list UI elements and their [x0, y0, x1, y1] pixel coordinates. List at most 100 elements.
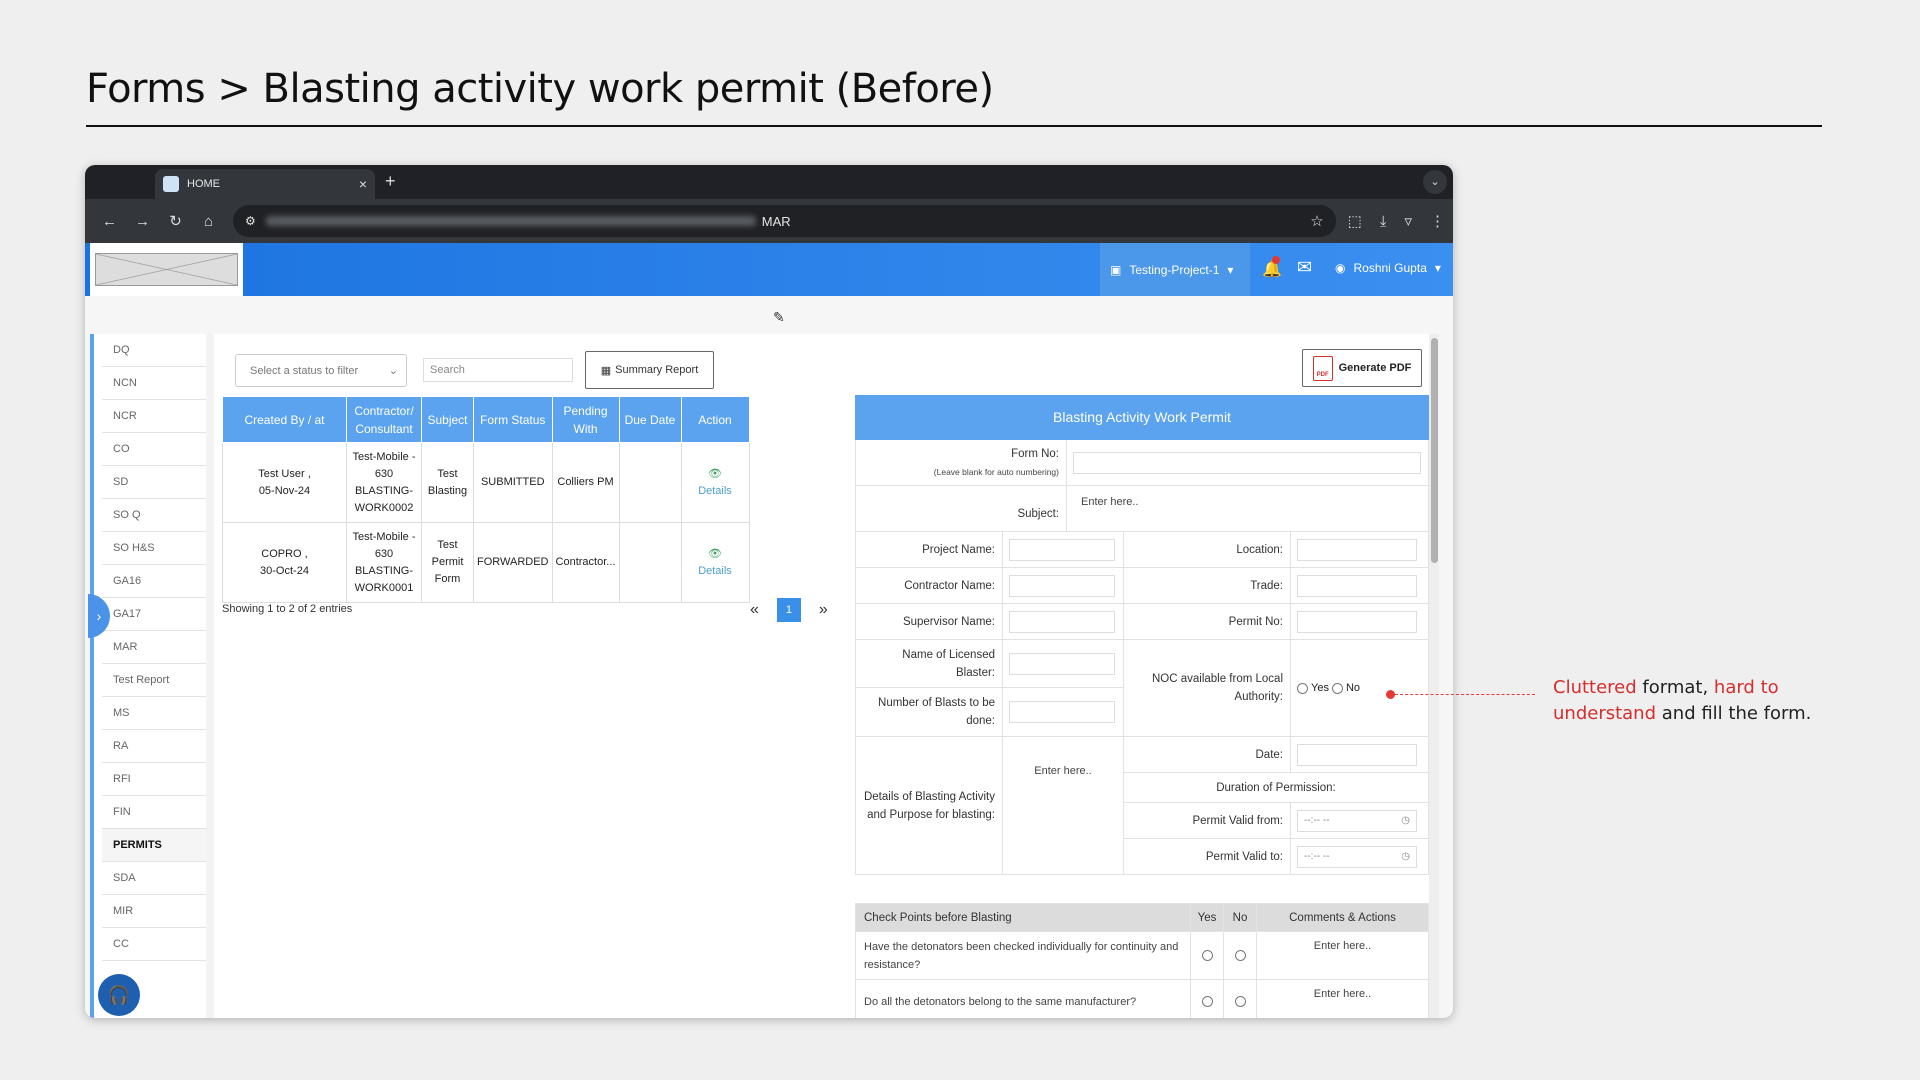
noc-yes-radio[interactable] — [1297, 682, 1308, 694]
logo[interactable] — [90, 243, 243, 296]
sidebar-item-fin[interactable]: FIN — [102, 796, 206, 829]
sidebar-item-sd[interactable]: SD — [102, 466, 206, 499]
profile-icon[interactable]: ▿ — [1404, 212, 1412, 230]
trade-input[interactable] — [1297, 574, 1417, 597]
page-1-button[interactable]: 1 — [776, 598, 801, 622]
sidebar-item-cc[interactable]: CC — [102, 928, 206, 961]
summary-report-button[interactable]: ▦ Summary Report — [585, 351, 714, 389]
contractor-name-label: Contractor Name: — [904, 579, 995, 592]
contractor-row: Contractor Name: Trade: — [855, 568, 1429, 604]
bookmark-star-icon[interactable]: ☆ — [1310, 212, 1323, 230]
scrollbar-thumb[interactable] — [1431, 338, 1438, 563]
generate-pdf-button[interactable]: PDF Generate PDF — [1302, 349, 1422, 387]
subject-textarea[interactable]: Enter here.. — [1066, 486, 1428, 531]
search-input[interactable] — [423, 358, 573, 382]
slide-title: Forms > Blasting activity work permit (B… — [86, 66, 994, 112]
prev-page-icon[interactable]: « — [750, 601, 759, 619]
date-input[interactable] — [1297, 743, 1417, 766]
column-header[interactable]: Form Status — [473, 396, 553, 443]
column-header[interactable]: Subject — [421, 396, 474, 443]
extensions-icon[interactable]: ⬚ — [1348, 212, 1362, 230]
reload-icon[interactable]: ↻ — [159, 212, 192, 230]
trade-cell — [1290, 568, 1428, 603]
sidebar-item-so-h-s[interactable]: SO H&S — [102, 532, 206, 565]
sidebar-item-ncn[interactable]: NCN — [102, 367, 206, 400]
comment-textarea[interactable]: Enter here.. — [1256, 979, 1429, 1018]
tab-search-icon[interactable]: ⌄ — [1423, 170, 1447, 194]
sidebar-item-co[interactable]: CO — [102, 433, 206, 466]
yes-radio[interactable] — [1201, 996, 1213, 1008]
no-radio[interactable] — [1234, 996, 1246, 1008]
sidebar-item-ga16[interactable]: GA16 — [102, 565, 206, 598]
sidebar: DQ NCN NCR CO SD SO Q SO H&S GA16 GA17 MAR Test Re… — [102, 334, 206, 961]
subject-label: Subject: — [1017, 508, 1059, 520]
yes-radio[interactable] — [1201, 950, 1213, 962]
project-row: Project Name: Location: — [855, 532, 1429, 568]
sidebar-item-rfi[interactable]: RFI — [102, 763, 206, 796]
address-bar: ← → ↻ ⌂ ⚙ MAR ☆ ⬚ ⤓ ▿ ⋮ — [85, 199, 1453, 243]
table-row[interactable]: Test User , 05-Nov-24 Test-Mobile - 630 … — [222, 442, 750, 523]
comment-textarea[interactable]: Enter here.. — [1256, 931, 1429, 980]
column-header[interactable]: Created By / at — [222, 396, 347, 443]
sidebar-item-ga17[interactable]: GA17 — [102, 598, 206, 631]
no-radio[interactable] — [1234, 950, 1246, 962]
browser-tab-home[interactable]: HOME × — [155, 169, 375, 199]
download-icon[interactable]: ⤓ — [1380, 213, 1387, 230]
column-header: Comments & Actions — [1256, 903, 1429, 932]
home-icon[interactable]: ⌂ — [192, 213, 225, 230]
licensed-blaster-cell — [1002, 640, 1123, 687]
column-header[interactable]: Due Date — [618, 396, 682, 443]
browser-menu-icon[interactable]: ⋮ — [1430, 212, 1445, 230]
noc-no-radio[interactable] — [1331, 682, 1343, 694]
project-name-cell — [1002, 532, 1123, 567]
details-textarea[interactable]: Enter here.. — [1002, 737, 1123, 874]
details-link[interactable]: 👁 Details — [685, 546, 746, 580]
url-input[interactable]: ⚙ MAR ☆ — [233, 205, 1336, 237]
sidebar-divider — [206, 334, 214, 1018]
supervisor-name-input[interactable] — [1009, 610, 1115, 633]
valid-to-time-input[interactable]: --:-- -- ◷ — [1297, 845, 1417, 868]
duration-label: Duration of Permission: — [1124, 773, 1428, 803]
valid-from-time-input[interactable]: --:-- -- ◷ — [1297, 809, 1417, 832]
close-tab-icon[interactable]: × — [359, 176, 367, 192]
licensed-blaster-input[interactable] — [1009, 652, 1115, 675]
new-tab-icon[interactable]: + — [385, 171, 396, 192]
checkpoint-row: Do all the detonators belong to the same… — [855, 979, 1429, 1018]
sidebar-item-permits[interactable]: PERMITS — [102, 829, 206, 862]
project-name-input[interactable] — [1009, 538, 1115, 561]
status-filter-select[interactable]: Select a status to filter ⌄ — [235, 354, 407, 387]
column-header[interactable]: Contractor/ Consultant — [346, 396, 422, 443]
user-menu[interactable]: ◉ Roshni Gupta ▾ — [1335, 261, 1441, 275]
back-icon[interactable]: ← — [93, 213, 126, 230]
sidebar-item-ncr[interactable]: NCR — [102, 400, 206, 433]
blasts-sub-row: Number of Blasts to be done: — [856, 688, 1123, 736]
forward-icon[interactable]: → — [126, 213, 159, 230]
permit-no-input[interactable] — [1297, 610, 1417, 633]
column-header[interactable]: Action — [680, 396, 750, 443]
edit-icon[interactable]: ✎ — [773, 309, 785, 326]
next-page-icon[interactable]: » — [819, 601, 828, 619]
no-cell — [1223, 979, 1257, 1018]
sidebar-item-mar[interactable]: MAR — [102, 631, 206, 664]
contractor-name-input[interactable] — [1009, 574, 1115, 597]
project-name-label: Project Name: — [922, 543, 995, 556]
support-headset-icon[interactable]: 🎧 — [98, 974, 140, 1016]
num-blasts-input[interactable] — [1009, 701, 1115, 723]
sidebar-item-ra[interactable]: RA — [102, 730, 206, 763]
column-header: No — [1223, 903, 1257, 932]
sidebar-item-sda[interactable]: SDA — [102, 862, 206, 895]
form-no-input[interactable] — [1073, 451, 1421, 474]
site-settings-icon[interactable]: ⚙ — [245, 214, 256, 228]
sidebar-item-so-q[interactable]: SO Q — [102, 499, 206, 532]
details-link[interactable]: 👁 Details — [685, 466, 746, 500]
table-row[interactable]: COPRO , 30-Oct-24 Test-Mobile - 630 BLAS… — [222, 522, 750, 603]
location-input[interactable] — [1297, 538, 1417, 561]
sidebar-item-test-report[interactable]: Test Report — [102, 664, 206, 697]
column-header[interactable]: Pending With — [551, 396, 620, 443]
sidebar-item-ms[interactable]: MS — [102, 697, 206, 730]
mail-icon[interactable]: ✉ — [1297, 257, 1312, 278]
web-page: ▣ Testing-Project-1 ▾ 🔔 ✉ ◉ Roshni Gupta… — [85, 243, 1453, 1018]
sidebar-item-dq[interactable]: DQ — [102, 334, 206, 367]
sidebar-item-mir[interactable]: MIR — [102, 895, 206, 928]
project-selector[interactable]: ▣ Testing-Project-1 ▾ — [1100, 243, 1250, 296]
